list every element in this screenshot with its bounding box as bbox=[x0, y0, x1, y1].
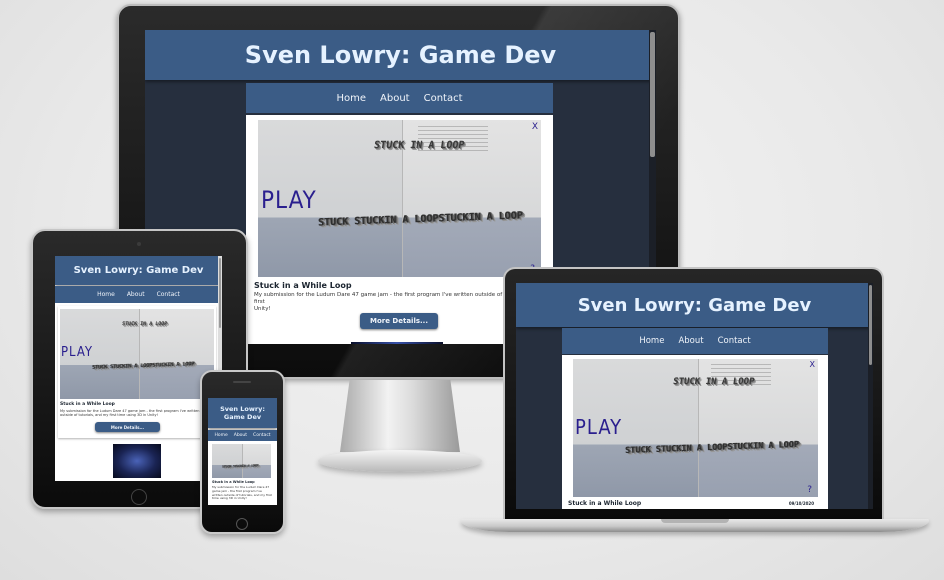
monitor-base bbox=[318, 450, 482, 472]
phone-site-title: Sven Lowry: Game Dev bbox=[220, 404, 265, 421]
monitor-neck bbox=[340, 380, 460, 452]
laptop-site-nav: Home About Contact bbox=[562, 328, 828, 354]
tablet-post-excerpt: My submission for the Ludum Dare 47 game… bbox=[60, 409, 200, 418]
laptop-site-header: Sven Lowry: Game Dev bbox=[516, 283, 873, 327]
phone-screen: Sven Lowry: Game Dev Home About Contact … bbox=[208, 398, 277, 505]
tablet-next-post-thumb bbox=[113, 444, 161, 478]
phone-home-button[interactable] bbox=[236, 518, 248, 530]
nav-home[interactable]: Home bbox=[336, 93, 366, 104]
tablet-nav-contact[interactable]: Contact bbox=[157, 291, 180, 298]
phone-speaker bbox=[233, 381, 251, 383]
laptop-nav-contact[interactable]: Contact bbox=[718, 336, 751, 346]
laptop-post-card: STUCK IN A LOOP PLAY STUCK STUCKIN A LOO… bbox=[562, 355, 828, 509]
tablet-nav-about[interactable]: About bbox=[127, 291, 145, 298]
site-nav: Home About Contact bbox=[246, 83, 553, 113]
laptop-notch bbox=[661, 519, 729, 523]
tablet-post-title[interactable]: Stuck in a While Loop bbox=[60, 402, 115, 407]
phone-site-header: Sven Lowry: Game Dev bbox=[208, 398, 277, 428]
nav-about[interactable]: About bbox=[380, 93, 410, 104]
laptop-screen: Sven Lowry: Game Dev Home About Contact … bbox=[516, 283, 873, 509]
phone-nav-home[interactable]: Home bbox=[214, 433, 227, 438]
laptop-game-screenshot[interactable]: STUCK IN A LOOP PLAY STUCK STUCKIN A LOO… bbox=[573, 359, 818, 497]
game-screenshot[interactable]: STUCK IN A LOOP PLAY STUCK STUCKIN A LOO… bbox=[258, 120, 541, 277]
tablet-post-card: STUCK IN A LOOP PLAY STUCK STUCKIN A LOO… bbox=[58, 306, 216, 438]
laptop-site-title: Sven Lowry: Game Dev bbox=[577, 294, 812, 316]
laptop-scrollbar[interactable] bbox=[868, 283, 873, 509]
laptop-nav-about[interactable]: About bbox=[678, 336, 703, 346]
phone-post-excerpt: My submission for the Ludum Dare 47 game… bbox=[212, 486, 272, 501]
next-post-preview bbox=[351, 342, 443, 344]
tablet-nav-home[interactable]: Home bbox=[97, 291, 115, 298]
tablet-site-nav: Home About Contact bbox=[55, 286, 222, 303]
site-title: Sven Lowry: Game Dev bbox=[244, 41, 557, 69]
tablet-camera bbox=[137, 242, 141, 246]
more-details-button[interactable]: More Details... bbox=[360, 313, 438, 329]
phone-game-screenshot[interactable]: STUCK STUCKIN A LOOP bbox=[212, 444, 271, 478]
phone-nav-about[interactable]: About bbox=[234, 433, 247, 438]
phone-nav-contact[interactable]: Contact bbox=[253, 433, 271, 438]
close-icon[interactable]: X bbox=[532, 122, 538, 132]
laptop-post-title[interactable]: Stuck in a While Loop bbox=[568, 500, 641, 507]
play-text: PLAY bbox=[261, 186, 317, 214]
game-title-text: STUCK IN A LOOP bbox=[373, 140, 466, 151]
tablet-home-button[interactable] bbox=[131, 489, 147, 505]
site-header: Sven Lowry: Game Dev bbox=[145, 30, 656, 80]
tablet-game-screenshot[interactable]: STUCK IN A LOOP PLAY STUCK STUCKIN A LOO… bbox=[60, 309, 214, 399]
tablet-more-details-button[interactable]: More Details... bbox=[95, 422, 160, 432]
tablet-screen: Sven Lowry: Game Dev Home About Contact … bbox=[55, 256, 222, 481]
laptop-post-date: 09/10/2020 bbox=[788, 501, 814, 506]
tablet-site-header: Sven Lowry: Game Dev bbox=[55, 256, 222, 285]
phone-site-nav: Home About Contact bbox=[208, 430, 277, 441]
laptop-nav-home[interactable]: Home bbox=[639, 336, 664, 346]
nav-contact[interactable]: Contact bbox=[424, 93, 463, 104]
tablet-site-title: Sven Lowry: Game Dev bbox=[73, 265, 204, 276]
laptop-base bbox=[461, 519, 929, 532]
phone-post-title[interactable]: Stuck in a While Loop bbox=[212, 480, 255, 484]
post-title[interactable]: Stuck in a While Loop bbox=[254, 281, 352, 290]
